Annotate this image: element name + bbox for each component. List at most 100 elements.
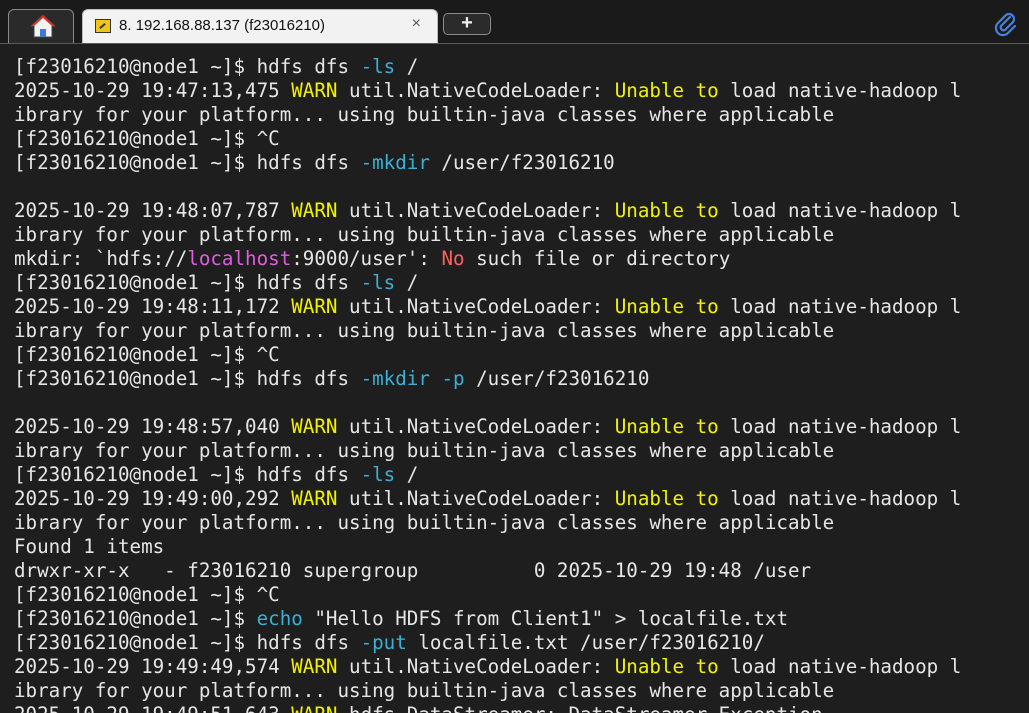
terminal-text: :9000/user': [291,247,442,270]
terminal-text: to [695,79,719,102]
terminal-text: load native-hadoop l [718,79,962,102]
terminal-text: /user/f23016210 [429,151,615,174]
terminal-text: load native-hadoop l [718,199,962,222]
terminal-text: [f23016210@node1 ~]$ hdfs dfs [14,463,361,486]
home-tab[interactable] [8,9,74,44]
tab-strip-divider [0,43,1029,44]
terminal-text: WARN [291,487,338,510]
terminal-line: ibrary for your platform... using builti… [14,679,1024,703]
terminal-text: Unable [614,199,685,222]
terminal-text: to [695,199,719,222]
terminal-line: 2025-10-29 19:48:11,172 WARN util.Native… [14,295,1024,319]
terminal-line: [f23016210@node1 ~]$ hdfs dfs -ls / [14,463,1024,487]
terminal-line: [f23016210@node1 ~]$ ^C [14,583,1024,607]
terminal-line: 2025-10-29 19:48:57,040 WARN util.Native… [14,415,1024,439]
terminal-text: [f23016210@node1 ~]$ ^C [14,583,280,606]
terminal-text: drwxr-xr-x - f23016210 supergroup 0 2025… [14,559,812,582]
terminal-text: -put [360,631,407,654]
close-tab-icon[interactable]: × [412,15,421,33]
terminal-text: -ls [360,463,396,486]
terminal-text: / [395,271,419,294]
terminal-text: load native-hadoop l [718,655,962,678]
terminal-text: ibrary for your platform... using builti… [14,439,835,462]
terminal-text: 2025-10-29 19:48:11,172 [14,295,292,318]
terminal-text: WARN [291,79,338,102]
terminal-line: [f23016210@node1 ~]$ hdfs dfs -mkdir -p … [14,367,1024,391]
terminal-text: / [395,463,419,486]
paperclip-icon[interactable] [993,11,1019,37]
terminal-text: WARN [291,199,338,222]
terminal-text: -ls [360,271,396,294]
terminal-text: WARN [291,415,338,438]
terminal-text: load native-hadoop l [718,415,962,438]
terminal-text: ibrary for your platform... using builti… [14,103,835,126]
terminal-text: to [695,487,719,510]
terminal-text: "Hello HDFS from Client1" > localfile.tx… [302,607,788,630]
terminal-line: mkdir: `hdfs://localhost:9000/user': No … [14,247,1024,271]
terminal-text: [f23016210@node1 ~]$ ^C [14,127,280,150]
terminal-line: [f23016210@node1 ~]$ hdfs dfs -put local… [14,631,1024,655]
terminal-text: ibrary for your platform... using builti… [14,319,835,342]
terminal-text: echo [256,607,303,630]
terminal-line: [f23016210@node1 ~]$ hdfs dfs -ls / [14,55,1024,79]
terminal-text: mkdir: `hdfs:// [14,247,188,270]
terminal-text: WARN [291,295,338,318]
terminal-text: 2025-10-29 19:48:57,040 [14,415,292,438]
terminal-output[interactable]: [f23016210@node1 ~]$ hdfs dfs -ls /2025-… [14,55,1024,713]
terminal-text: [f23016210@node1 ~]$ ^C [14,343,280,366]
terminal-text: localfile.txt /user/f23016210/ [406,631,765,654]
terminal-text: / [395,55,419,78]
terminal-text: -ls [360,55,396,78]
terminal-line: 2025-10-29 19:49:51,643 WARN hdfs.DataSt… [14,703,1024,713]
terminal-text: util.NativeCodeLoader: [337,415,615,438]
terminal-text: util.NativeCodeLoader: [337,655,615,678]
terminal-text: Unable [614,655,685,678]
home-icon [30,14,56,38]
terminal-text: Unable [614,415,685,438]
terminal-line: ibrary for your platform... using builti… [14,103,1024,127]
terminal-text: Unable [614,79,685,102]
terminal-text: [f23016210@node1 ~]$ [14,607,257,630]
terminal-text: [f23016210@node1 ~]$ hdfs dfs [14,151,361,174]
terminal-line: [f23016210@node1 ~]$ hdfs dfs -mkdir /us… [14,151,1024,175]
terminal-text: WARN [291,655,338,678]
terminal-line: 2025-10-29 19:47:13,475 WARN util.Native… [14,79,1024,103]
tab-bar: 8. 192.168.88.137 (f23016210) × + [0,0,1029,44]
terminal-text: WARN [291,703,337,713]
terminal-text: hdfs.DataStreamer: DataStreamer Exceptio… [337,703,823,713]
terminal-line: [f23016210@node1 ~]$ ^C [14,127,1024,151]
terminal-text: 2025-10-29 19:49:51,643 [14,703,291,713]
terminal-text: [f23016210@node1 ~]$ hdfs dfs [14,271,361,294]
terminal-line: drwxr-xr-x - f23016210 supergroup 0 2025… [14,559,1024,583]
new-tab-button[interactable]: + [443,13,491,35]
terminal-line: ibrary for your platform... using builti… [14,319,1024,343]
terminal-text: util.NativeCodeLoader: [337,295,615,318]
terminal-text: No [441,247,465,270]
ssh-key-icon [95,19,111,33]
terminal-text: [f23016210@node1 ~]$ hdfs dfs [14,367,361,390]
terminal-line: Found 1 items [14,535,1024,559]
terminal-text: 2025-10-29 19:47:13,475 [14,79,292,102]
terminal-text: Unable [614,487,685,510]
terminal-text: localhost [187,247,292,270]
terminal-text: [f23016210@node1 ~]$ hdfs dfs [14,55,361,78]
terminal-text: -mkdir [360,367,430,390]
terminal-line: 2025-10-29 19:49:49,574 WARN util.Native… [14,655,1024,679]
terminal-text: 2025-10-29 19:49:00,292 [14,487,292,510]
terminal-line: ibrary for your platform... using builti… [14,511,1024,535]
terminal-text: /user/f23016210 [464,367,650,390]
terminal-text: load native-hadoop l [718,487,962,510]
terminal-text: Unable [614,295,685,318]
terminal-line: ibrary for your platform... using builti… [14,439,1024,463]
terminal-text: 2025-10-29 19:49:49,574 [14,655,292,678]
terminal-text: ibrary for your platform... using builti… [14,679,835,702]
session-tab[interactable]: 8. 192.168.88.137 (f23016210) × [82,9,438,44]
terminal-text: Found 1 items [14,535,165,558]
terminal-text: [f23016210@node1 ~]$ hdfs dfs [14,631,361,654]
